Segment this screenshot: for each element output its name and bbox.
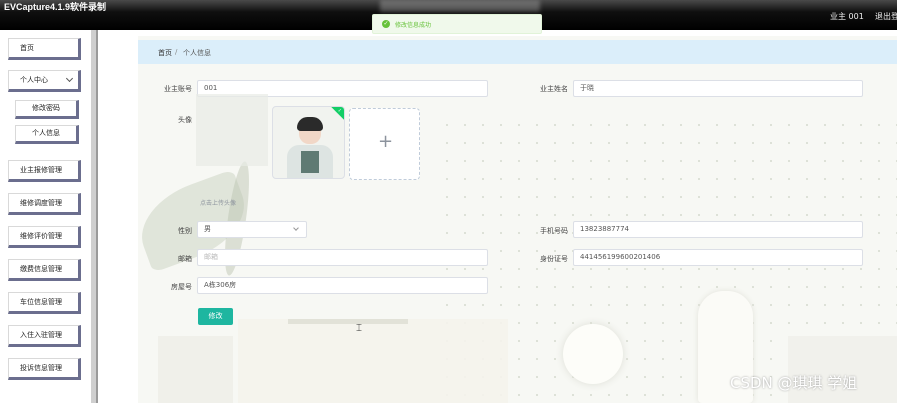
house-number-label: 房屋号	[171, 283, 192, 291]
avatar-preview-ghost	[196, 94, 268, 166]
watermark-text: CSDN @琪琪 学姐	[730, 374, 858, 392]
email-input[interactable]: 邮箱	[197, 249, 488, 266]
owner-name-label: 业主姓名	[540, 85, 568, 93]
background-plant-pot	[158, 336, 233, 403]
breadcrumb: 首页 / 个人信息	[138, 40, 897, 64]
plus-icon: +	[378, 131, 394, 152]
main-content: 首页 / 个人信息 业主账号 001 业主姓名 于晓 头像 ✓ + 点击上传头像…	[138, 36, 897, 403]
sidebar-item-move-in[interactable]: 入住入驻管理	[8, 325, 81, 347]
sidebar-item-label: 业主报修管理	[20, 166, 62, 174]
submit-update-button[interactable]: 修改	[198, 308, 233, 325]
id-card-label: 身份证号	[540, 255, 568, 263]
background-decor-bowl	[563, 324, 623, 384]
window-title: EVCapture4.1.9软件录制	[4, 2, 107, 12]
sidebar-subitem-change-password[interactable]: 修改密码	[15, 100, 79, 119]
sidebar-item-label: 个人中心	[20, 76, 48, 84]
avatar-upload-button[interactable]: +	[349, 108, 420, 180]
avatar-upload-hint: 点击上传头像	[200, 200, 237, 207]
phone-label: 手机号码	[540, 227, 568, 235]
mouse-cursor-icon: ⌶	[356, 323, 362, 334]
gender-label: 性别	[178, 227, 192, 235]
sidebar-scrollbar-thumb[interactable]	[96, 30, 98, 403]
gender-select-value: 男	[204, 225, 211, 233]
blurred-header-title	[380, 0, 540, 12]
check-icon: ✓	[337, 108, 342, 114]
sidebar-item-label: 投诉信息管理	[20, 364, 62, 372]
house-number-input[interactable]: A栋306房	[197, 277, 488, 294]
gender-select[interactable]: 男	[197, 221, 307, 238]
email-label: 邮箱	[178, 255, 192, 263]
sidebar-item-complaints[interactable]: 投诉信息管理	[8, 358, 81, 380]
success-toast: ✓ 修改信息成功	[372, 14, 542, 34]
background-decor-shelf	[288, 319, 408, 324]
sidebar-item-repair-request[interactable]: 业主报修管理	[8, 160, 81, 182]
success-check-icon: ✓	[382, 20, 390, 28]
background-decor-box	[238, 319, 508, 403]
sidebar-item-repair-dispatch[interactable]: 维修调度管理	[8, 193, 81, 215]
current-user-label: 业主 001	[830, 12, 864, 21]
breadcrumb-separator: /	[175, 48, 178, 56]
logout-link[interactable]: 退出登录	[875, 11, 897, 22]
sidebar-subitem-personal-info[interactable]: 个人信息	[15, 125, 79, 144]
sidebar-item-personal-center[interactable]: 个人中心	[8, 70, 81, 92]
owner-name-input[interactable]: 于晓	[573, 80, 863, 97]
sidebar-item-label: 车位信息管理	[20, 298, 62, 306]
sidebar-item-label: 缴费信息管理	[20, 265, 62, 273]
sidebar-item-label: 维修评价管理	[20, 232, 62, 240]
sidebar-item-label: 维修调度管理	[20, 199, 62, 207]
chevron-down-icon	[65, 74, 74, 83]
breadcrumb-current: 个人信息	[183, 49, 211, 57]
avatar-image[interactable]: ✓	[272, 106, 345, 179]
owner-account-label: 业主账号	[164, 85, 192, 93]
sidebar-item-repair-review[interactable]: 维修评价管理	[8, 226, 81, 248]
breadcrumb-home-link[interactable]: 首页	[158, 48, 172, 58]
chevron-down-icon	[293, 225, 299, 231]
phone-input[interactable]: 13823887774	[573, 221, 863, 238]
avatar-label: 头像	[178, 116, 192, 124]
sidebar-item-payment[interactable]: 缴费信息管理	[8, 259, 81, 281]
sidebar: 首页 个人中心 修改密码 个人信息 业主报修管理 维修调度管理 维修评价管理 缴…	[0, 30, 100, 403]
toast-message: 修改信息成功	[395, 22, 432, 29]
id-card-input[interactable]: 441456199600201406	[573, 249, 863, 266]
sidebar-item-parking[interactable]: 车位信息管理	[8, 292, 81, 314]
sidebar-item-home[interactable]: 首页	[8, 38, 81, 60]
sidebar-item-label: 入住入驻管理	[20, 331, 62, 339]
